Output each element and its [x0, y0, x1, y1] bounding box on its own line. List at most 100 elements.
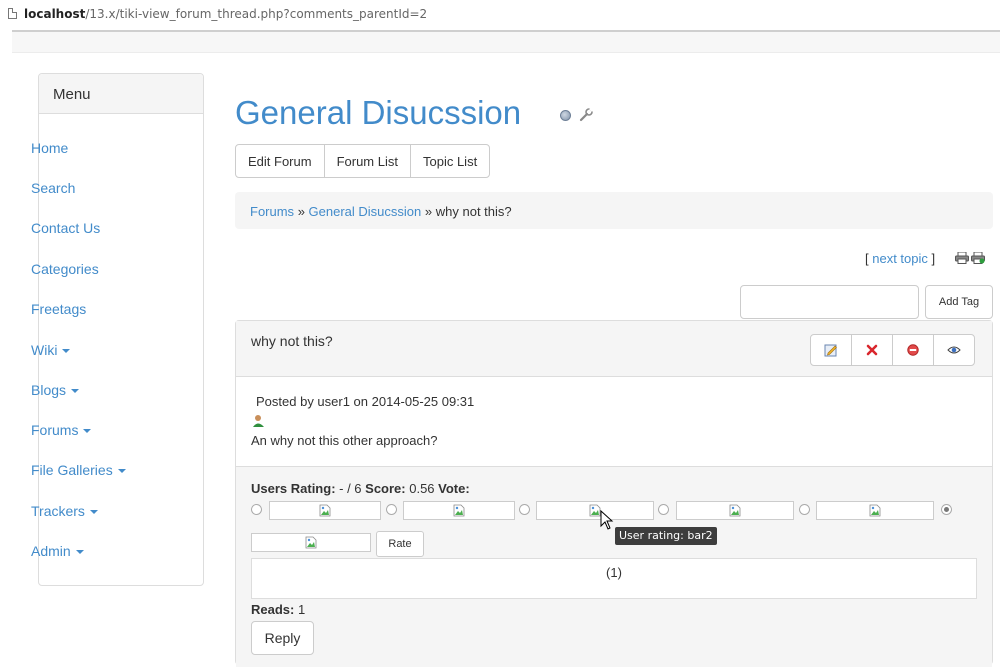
score-label: Score:	[365, 481, 406, 496]
breadcrumb-forum[interactable]: General Disucssion	[309, 204, 422, 219]
tag-input[interactable]	[740, 285, 919, 319]
sidebar-item-label: Forums	[31, 422, 79, 438]
sidebar-item-label: File Galleries	[31, 462, 113, 478]
reply-button[interactable]: Reply	[251, 621, 314, 655]
sidebar-item-file-galleries[interactable]: File Galleries	[31, 462, 126, 478]
top-navbar	[12, 32, 1000, 53]
caret-down-icon	[62, 349, 71, 354]
vote-bar-image-2[interactable]	[403, 501, 515, 520]
post-header: why not this?	[236, 321, 992, 377]
vote-radio-3[interactable]	[519, 504, 530, 515]
forum-list-button[interactable]: Forum List	[323, 144, 411, 178]
post-meta: Posted by user1 on 2014-05-25 09:31	[256, 394, 475, 409]
rating-summary: Users Rating: - / 6 Score: 0.56 Vote:	[251, 481, 470, 496]
reads-label: Reads:	[251, 602, 295, 617]
breadcrumb-separator: »	[424, 204, 433, 219]
caret-down-icon	[75, 550, 84, 555]
edit-icon	[824, 344, 837, 357]
wrench-icon[interactable]	[578, 107, 594, 123]
sidebar-item-forums[interactable]: Forums	[31, 422, 92, 438]
vote-bar-image-5[interactable]	[816, 501, 934, 520]
vote-label: Vote:	[438, 481, 470, 496]
vote-radio-2[interactable]	[386, 504, 397, 515]
url-text[interactable]: localhost/13.x/tiki-view_forum_thread.ph…	[24, 7, 427, 21]
next-topic-nav: [ next topic ]	[865, 251, 935, 266]
caret-down-icon	[71, 389, 80, 394]
caret-down-icon	[117, 469, 126, 474]
vote-bar-image-3[interactable]	[536, 501, 654, 520]
page-icon	[8, 8, 17, 19]
delete-icon	[866, 344, 878, 356]
add-tag-button[interactable]: Add Tag	[925, 285, 993, 319]
rating-count: (1)	[251, 558, 977, 599]
lock-button[interactable]	[892, 334, 934, 366]
caret-down-icon	[89, 510, 98, 515]
broken-image-icon	[729, 504, 741, 517]
breadcrumb-current: why not this?	[435, 204, 512, 219]
eye-icon	[947, 346, 961, 354]
print-icon[interactable]	[955, 252, 969, 264]
delete-button[interactable]	[851, 334, 893, 366]
vote-radio-1[interactable]	[251, 504, 262, 515]
sidebar-item-blogs[interactable]: Blogs	[31, 382, 80, 398]
view-button[interactable]	[933, 334, 975, 366]
breadcrumb: Forums » General Disucssion » why not th…	[235, 192, 993, 229]
sidebar-item-trackers[interactable]: Trackers	[31, 503, 98, 519]
mouse-cursor-icon	[600, 510, 614, 530]
broken-image-icon	[453, 504, 465, 517]
sidebar-item-label: Contact Us	[31, 220, 101, 236]
page-title: General Disucssion	[235, 94, 522, 131]
sidebar-item-contact-us[interactable]: Contact Us	[31, 220, 100, 236]
reads-value: 1	[294, 602, 306, 617]
edit-forum-button[interactable]: Edit Forum	[235, 144, 325, 178]
tooltip: User rating: bar2	[615, 527, 717, 545]
monitor-icon[interactable]	[560, 110, 571, 121]
sidebar-item-freetags[interactable]: Freetags	[31, 301, 86, 317]
address-bar[interactable]: localhost/13.x/tiki-view_forum_thread.ph…	[0, 0, 1000, 28]
sidebar-item-home[interactable]: Home	[31, 140, 68, 156]
vote-bar-image-4[interactable]	[676, 501, 794, 520]
sidebar-item-admin[interactable]: Admin	[31, 543, 84, 559]
rating-area: Users Rating: - / 6 Score: 0.56 Vote: Ra…	[236, 466, 992, 667]
sidebar-item-wiki[interactable]: Wiki	[31, 342, 71, 358]
next-topic-link[interactable]: next topic	[872, 251, 928, 266]
topic-list-button[interactable]: Topic List	[409, 144, 491, 178]
post-actions	[810, 334, 975, 366]
sidebar-item-label: Home	[31, 140, 69, 156]
stop-icon	[907, 344, 919, 356]
sidebar-item-categories[interactable]: Categories	[31, 261, 99, 277]
sidebar-item-search[interactable]: Search	[31, 180, 75, 196]
vote-bar-image-6[interactable]	[251, 533, 371, 552]
caret-down-icon	[83, 429, 92, 434]
sidebar-item-label: Search	[31, 180, 76, 196]
broken-image-icon	[319, 504, 331, 517]
post-title: why not this?	[251, 333, 333, 349]
broken-image-icon	[305, 536, 317, 549]
vote-radio-6[interactable]	[941, 504, 952, 515]
breadcrumb-forums[interactable]: Forums	[250, 204, 294, 219]
vote-radio-5[interactable]	[799, 504, 810, 515]
url-host: localhost	[24, 7, 86, 21]
print-all-icon[interactable]	[971, 252, 985, 264]
url-path: /13.x/tiki-view_forum_thread.php?comment…	[85, 7, 428, 21]
bracket-close: ]	[931, 251, 936, 266]
sidebar-item-label: Admin	[31, 543, 71, 559]
bracket-open: [	[865, 251, 869, 266]
vote-bar-image-1[interactable]	[269, 501, 381, 520]
edit-button[interactable]	[810, 334, 852, 366]
sidebar-item-label: Blogs	[31, 382, 67, 398]
rate-button[interactable]: Rate	[376, 531, 424, 557]
post-panel: why not this? Posted by user1 on 2014-05…	[235, 320, 993, 667]
score-value: 0.56	[405, 481, 439, 496]
sidebar-item-label: Trackers	[31, 503, 85, 519]
sidebar-item-label: Categories	[31, 261, 99, 277]
vote-radio-4[interactable]	[658, 504, 669, 515]
users-rating-label: Users Rating:	[251, 481, 336, 496]
forum-toolbar: Edit Forum Forum List Topic List	[235, 144, 491, 178]
sidebar-item-label: Wiki	[31, 342, 58, 358]
sidebar-item-label: Freetags	[31, 301, 87, 317]
broken-image-icon	[869, 504, 881, 517]
user-icon	[253, 415, 264, 427]
users-rating-value: - / 6	[335, 481, 366, 496]
breadcrumb-separator: »	[297, 204, 305, 219]
